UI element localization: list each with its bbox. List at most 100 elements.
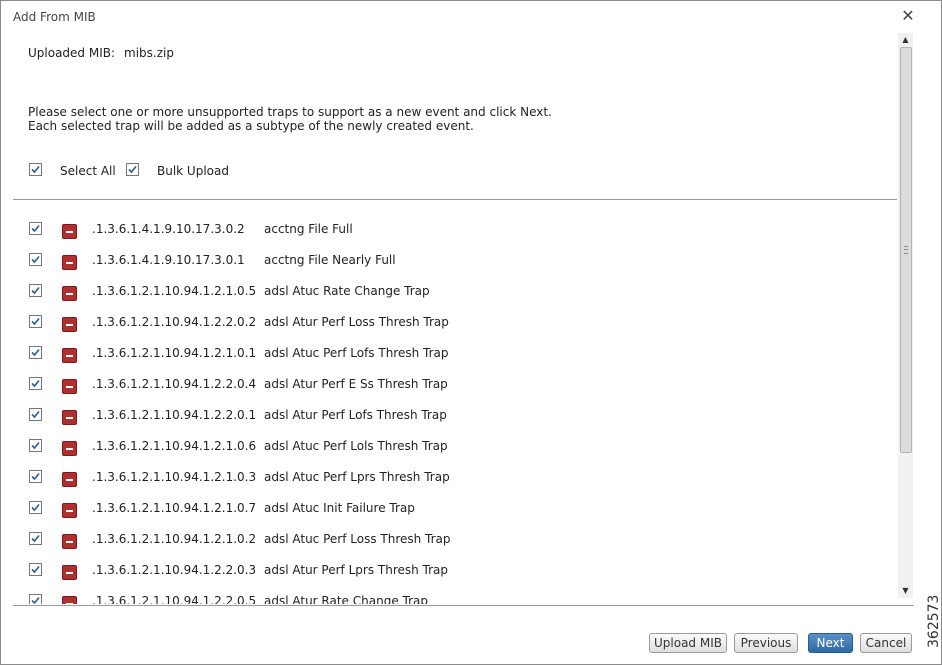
instructions: Please select one or more unsupported tr… — [28, 105, 552, 133]
trap-checkbox[interactable] — [29, 284, 42, 297]
previous-button[interactable]: Previous — [734, 633, 798, 653]
add-from-mib-dialog: Add From MIB ✕ Uploaded MIB: mibs.zip Pl… — [0, 0, 942, 665]
trap-oid: .1.3.6.1.2.1.10.94.1.2.1.0.5 — [92, 284, 257, 298]
remove-icon[interactable] — [62, 410, 77, 425]
check-mark-icon — [31, 348, 40, 357]
trap-checkbox[interactable] — [29, 439, 42, 452]
remove-icon[interactable] — [62, 255, 77, 270]
close-icon[interactable]: ✕ — [900, 8, 916, 24]
instructions-line-2: Each selected trap will be added as a su… — [28, 119, 474, 133]
trap-oid: .1.3.6.1.2.1.10.94.1.2.2.0.4 — [92, 377, 257, 391]
select-all-checkbox[interactable] — [29, 163, 42, 176]
instructions-line-1: Please select one or more unsupported tr… — [28, 105, 552, 119]
trap-name: adsl Atuc Perf Loss Thresh Trap — [264, 532, 451, 546]
trap-oid: .1.3.6.1.4.1.9.10.17.3.0.1 — [92, 253, 245, 267]
trap-oid: .1.3.6.1.2.1.10.94.1.2.2.0.1 — [92, 408, 257, 422]
remove-icon[interactable] — [62, 317, 77, 332]
grip-icon — [904, 246, 908, 254]
uploaded-mib-label: Uploaded MIB: — [28, 46, 116, 60]
trap-row: .1.3.6.1.2.1.10.94.1.2.1.0.3 adsl Atuc Pe… — [1, 470, 898, 501]
check-mark-icon — [31, 379, 40, 388]
trap-oid: .1.3.6.1.4.1.9.10.17.3.0.2 — [92, 222, 245, 236]
trap-name: adsl Atur Perf Lprs Thresh Trap — [264, 563, 449, 577]
check-mark-icon — [31, 224, 40, 233]
next-button[interactable]: Next — [808, 633, 853, 653]
check-mark-icon — [31, 534, 40, 543]
scrollbar-thumb[interactable] — [900, 47, 912, 453]
bulk-upload-checkbox[interactable] — [126, 163, 139, 176]
vertical-scrollbar[interactable]: ▲ ▼ — [898, 33, 913, 598]
trap-checkbox[interactable] — [29, 594, 42, 604]
remove-icon[interactable] — [62, 503, 77, 518]
upload-mib-button[interactable]: Upload MIB — [649, 633, 727, 653]
trap-name: adsl Atuc Rate Change Trap — [264, 284, 430, 298]
check-mark-icon — [31, 317, 40, 326]
trap-checkbox[interactable] — [29, 532, 42, 545]
trap-name: adsl Atur Rate Change Trap — [264, 594, 428, 604]
trap-row: .1.3.6.1.2.1.10.94.1.2.2.0.5 adsl Atur Ra… — [1, 594, 898, 604]
trap-name: adsl Atuc Perf Lofs Thresh Trap — [264, 346, 449, 360]
check-mark-icon — [31, 472, 40, 481]
trap-oid: .1.3.6.1.2.1.10.94.1.2.1.0.1 — [92, 346, 257, 360]
trap-checkbox[interactable] — [29, 377, 42, 390]
trap-oid: .1.3.6.1.2.1.10.94.1.2.2.0.3 — [92, 563, 257, 577]
check-mark-icon — [31, 165, 40, 174]
trap-checkbox[interactable] — [29, 315, 42, 328]
trap-name: acctng File Nearly Full — [264, 253, 396, 267]
remove-icon[interactable] — [62, 441, 77, 456]
check-mark-icon — [31, 410, 40, 419]
trap-row: .1.3.6.1.2.1.10.94.1.2.2.0.2 adsl Atur Pe… — [1, 315, 898, 346]
dialog-title: Add From MIB — [13, 10, 96, 24]
remove-icon[interactable] — [62, 472, 77, 487]
trap-row: .1.3.6.1.2.1.10.94.1.2.2.0.4 adsl Atur Pe… — [1, 377, 898, 408]
dialog-content: Uploaded MIB: mibs.zip Please select one… — [1, 33, 898, 604]
check-mark-icon — [31, 503, 40, 512]
trap-row: .1.3.6.1.2.1.10.94.1.2.1.0.7 adsl Atuc In… — [1, 501, 898, 532]
check-mark-icon — [31, 286, 40, 295]
trap-oid: .1.3.6.1.2.1.10.94.1.2.1.0.2 — [92, 532, 257, 546]
check-mark-icon — [31, 596, 40, 604]
remove-icon[interactable] — [62, 379, 77, 394]
trap-oid: .1.3.6.1.2.1.10.94.1.2.2.0.5 — [92, 594, 257, 604]
trap-row: .1.3.6.1.2.1.10.94.1.2.1.0.1 adsl Atuc Pe… — [1, 346, 898, 377]
trap-name: adsl Atur Perf E Ss Thresh Trap — [264, 377, 448, 391]
remove-icon[interactable] — [62, 224, 77, 239]
trap-name: adsl Atur Perf Loss Thresh Trap — [264, 315, 449, 329]
remove-icon[interactable] — [62, 286, 77, 301]
trap-checkbox[interactable] — [29, 408, 42, 421]
trap-oid: .1.3.6.1.2.1.10.94.1.2.2.0.2 — [92, 315, 257, 329]
trap-checkbox[interactable] — [29, 222, 42, 235]
bulk-upload-label[interactable]: Bulk Upload — [157, 164, 229, 178]
trap-row: .1.3.6.1.2.1.10.94.1.2.1.0.5 adsl Atuc Ra… — [1, 284, 898, 315]
trap-checkbox[interactable] — [29, 253, 42, 266]
trap-checkbox[interactable] — [29, 563, 42, 576]
trap-name: adsl Atuc Init Failure Trap — [264, 501, 415, 515]
trap-row: .1.3.6.1.4.1.9.10.17.3.0.2 acctng File Fu… — [1, 222, 898, 253]
check-mark-icon — [31, 565, 40, 574]
remove-icon[interactable] — [62, 596, 77, 604]
trap-row: .1.3.6.1.2.1.10.94.1.2.1.0.6 adsl Atuc Pe… — [1, 439, 898, 470]
trap-row: .1.3.6.1.2.1.10.94.1.2.2.0.1 adsl Atur Pe… — [1, 408, 898, 439]
trap-row: .1.3.6.1.2.1.10.94.1.2.1.0.2 adsl Atuc Pe… — [1, 532, 898, 563]
scroll-up-icon[interactable]: ▲ — [898, 33, 913, 47]
cancel-button[interactable]: Cancel — [860, 633, 912, 653]
uploaded-mib-value: mibs.zip — [124, 46, 174, 60]
check-mark-icon — [31, 441, 40, 450]
figure-id: 362573 — [926, 594, 942, 648]
trap-name: adsl Atur Perf Lofs Thresh Trap — [264, 408, 447, 422]
select-all-label[interactable]: Select All — [60, 164, 116, 178]
scroll-down-icon[interactable]: ▼ — [898, 584, 913, 598]
trap-checkbox[interactable] — [29, 501, 42, 514]
dialog-titlebar[interactable]: Add From MIB ✕ — [1, 1, 941, 33]
footer-divider — [13, 605, 914, 606]
trap-oid: .1.3.6.1.2.1.10.94.1.2.1.0.6 — [92, 439, 257, 453]
trap-checkbox[interactable] — [29, 470, 42, 483]
remove-icon[interactable] — [62, 534, 77, 549]
trap-name: adsl Atuc Perf Lprs Thresh Trap — [264, 470, 450, 484]
remove-icon[interactable] — [62, 565, 77, 580]
trap-name: acctng File Full — [264, 222, 353, 236]
section-divider — [13, 199, 897, 200]
remove-icon[interactable] — [62, 348, 77, 363]
trap-checkbox[interactable] — [29, 346, 42, 359]
trap-row: .1.3.6.1.2.1.10.94.1.2.2.0.3 adsl Atur Pe… — [1, 563, 898, 594]
